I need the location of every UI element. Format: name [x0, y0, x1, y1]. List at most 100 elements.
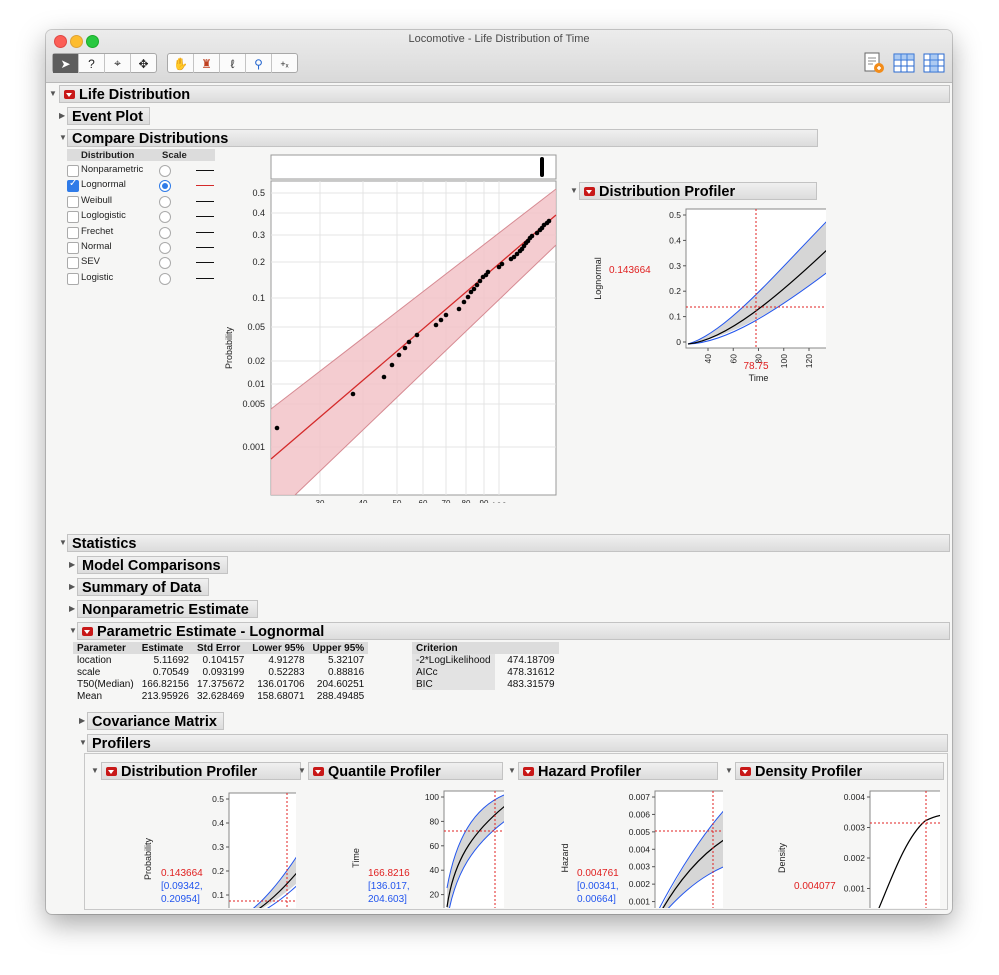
statistics-header[interactable]: Statistics [67, 534, 950, 552]
hand-tool-icon[interactable]: ✋ [168, 54, 194, 73]
covariance-matrix-header[interactable]: Covariance Matrix [87, 712, 224, 730]
scale-radio-sev[interactable] [159, 257, 171, 270]
disclosure-parametric-icon[interactable]: ▼ [69, 626, 77, 636]
checkbox-sev[interactable] [67, 257, 79, 270]
checkbox-normal[interactable] [67, 242, 79, 254]
param-col-header: Upper 95% [308, 642, 369, 654]
disclosure-compare-icon[interactable]: ▼ [59, 133, 67, 143]
data-point [485, 269, 491, 275]
lasso-tool-icon[interactable]: ℓ [220, 54, 246, 73]
red-triangle-menu-icon[interactable] [64, 89, 75, 99]
distribution-profiler-header[interactable]: Distribution Profiler [579, 182, 817, 200]
event-plot-header[interactable]: Event Plot [67, 107, 150, 125]
disclosure-dist-profiler-icon[interactable]: ▼ [570, 186, 578, 196]
checkbox-loglogistic[interactable] [67, 211, 79, 224]
app-window: Locomotive - Life Distribution of Time ➤… [46, 30, 952, 914]
scale-radio-weibull[interactable] [159, 195, 171, 208]
scale-radio-loglogistic[interactable] [159, 211, 171, 224]
current-value: 0.143664 [161, 868, 203, 879]
quantile-profiler-header[interactable]: Quantile Profiler [308, 762, 503, 780]
hazard-profiler-chart[interactable]: 0.0070.0060.0050.0040.0030.0020.00104060… [513, 783, 723, 908]
red-triangle-menu-icon[interactable] [82, 626, 93, 636]
current-value: 0.004077 [794, 881, 836, 892]
checkbox-weibull[interactable] [67, 195, 79, 208]
hazard-profiler-header[interactable]: Hazard Profiler [518, 762, 718, 780]
y-tick-label: 0.3 [212, 842, 224, 852]
red-triangle-menu-icon[interactable] [584, 186, 595, 196]
criterion-row: AICc 478.31612 [412, 666, 559, 678]
y-axis-label: Density [777, 842, 787, 873]
disclosure-covariance-icon[interactable]: ▶ [79, 716, 87, 726]
disclosure-nonparametric-icon[interactable]: ▶ [69, 604, 77, 614]
red-triangle-menu-icon[interactable] [313, 766, 324, 776]
red-triangle-menu-icon[interactable] [523, 766, 534, 776]
y-tick-label: 0.5 [212, 794, 224, 804]
scale-radio-logistic[interactable] [159, 272, 171, 285]
move-tool-icon[interactable]: ✥ [131, 54, 156, 73]
disclosure-density-icon[interactable]: ▼ [725, 766, 733, 776]
y-tick-label: 0.1 [252, 293, 265, 303]
checkbox-logistic[interactable] [67, 272, 79, 285]
density-profiler-chart[interactable]: 0.0040.0030.0020.00104060801001200.00407… [730, 783, 940, 908]
arrow-tool-icon[interactable]: ➤ [53, 54, 79, 73]
disclosure-statistics-icon[interactable]: ▼ [59, 538, 67, 548]
disclosure-summary-icon[interactable]: ▶ [69, 582, 77, 592]
scale-radio-nonparametric[interactable] [159, 165, 171, 177]
data-point [274, 425, 280, 431]
y-tick-label: 0.006 [629, 809, 651, 819]
life-distribution-header[interactable]: Life Distribution [59, 85, 950, 103]
scale-radio-frechet[interactable] [159, 226, 171, 239]
compare-distributions-header[interactable]: Compare Distributions [67, 129, 818, 147]
y-tick-label: 0.5 [252, 188, 265, 198]
data-point [381, 374, 387, 380]
current-value: 0.143664 [609, 265, 651, 276]
x-tick-label: 60 [728, 354, 738, 364]
x-tick-label: 100 [491, 501, 507, 503]
disclosure-event-plot-icon[interactable]: ▶ [59, 111, 67, 121]
checkbox-nonparametric[interactable] [67, 165, 79, 177]
param-cell: 0.70549 [152, 666, 189, 678]
param-cell: 166.82156 [141, 678, 189, 690]
distribution-label: Normal [81, 241, 112, 252]
magnifier-tool-icon[interactable]: ⚲ [246, 54, 272, 73]
disclosure-quantile-icon[interactable]: ▼ [298, 766, 306, 776]
quantile-profiler-chart[interactable]: 10080604020000.20.40.60.81166.8216[136.0… [304, 783, 504, 908]
legend-line [196, 200, 214, 202]
profilers-header[interactable]: Profilers [87, 734, 948, 752]
disclosure-life-distribution-icon[interactable]: ▼ [49, 89, 57, 99]
parametric-estimate-header[interactable]: Parametric Estimate - Lognormal [77, 622, 950, 640]
disclosure-bottom-dist-icon[interactable]: ▼ [91, 766, 99, 776]
crosshair-tool-icon[interactable]: ⌖ [105, 54, 131, 73]
scale-radio-normal[interactable] [159, 242, 171, 254]
x-tick-label: 60 [419, 499, 428, 503]
y-tick-label: 0.01 [247, 379, 265, 389]
bottom-distribution-profiler-chart[interactable]: 0.50.40.30.20.104060801001200.143664[0.0… [96, 783, 296, 908]
brush-tool-icon[interactable]: ♜ [194, 54, 220, 73]
scale-radio-lognormal[interactable] [159, 180, 171, 193]
nonparametric-estimate-header[interactable]: Nonparametric Estimate [77, 600, 258, 618]
criterion-name: BIC [412, 678, 495, 690]
data-table-icon[interactable] [892, 51, 916, 75]
probability-plot[interactable]: 0.5 0.4 0.3 0.2 0.1 0.05 0.02 0.01 0.005 0.001 30 4… [216, 153, 561, 503]
summary-of-data-header[interactable]: Summary of Data [77, 578, 209, 596]
disclosure-model-comparisons-icon[interactable]: ▶ [69, 560, 77, 570]
model-comparisons-header[interactable]: Model Comparisons [77, 556, 228, 574]
current-value: 0.004761 [577, 868, 619, 879]
checkbox-frechet[interactable] [67, 226, 79, 239]
red-triangle-menu-icon[interactable] [740, 766, 751, 776]
distribution-profiler-top-chart[interactable]: 0.50.40.30.20.1040 60 80 100 1200.14366478.7… [576, 203, 826, 408]
red-triangle-menu-icon[interactable] [106, 766, 117, 776]
disclosure-hazard-icon[interactable]: ▼ [508, 766, 516, 776]
column-view-icon[interactable] [922, 51, 946, 75]
bottom-distribution-profiler-header[interactable]: Distribution Profiler [101, 762, 301, 780]
script-icon[interactable] [862, 51, 886, 75]
density-profiler-header[interactable]: Density Profiler [735, 762, 944, 780]
help-tool-icon[interactable]: ? [79, 54, 105, 73]
disclosure-profilers-icon[interactable]: ▼ [79, 738, 87, 748]
x-tick-label: 80 [462, 499, 471, 503]
annotate-tool-icon[interactable]: +ₓ [272, 54, 297, 73]
x-axis-label: Time [749, 373, 769, 383]
data-point [477, 278, 483, 284]
y-tick-label: 0.1 [669, 312, 681, 322]
checkbox-lognormal[interactable]: ✓ [67, 178, 79, 193]
